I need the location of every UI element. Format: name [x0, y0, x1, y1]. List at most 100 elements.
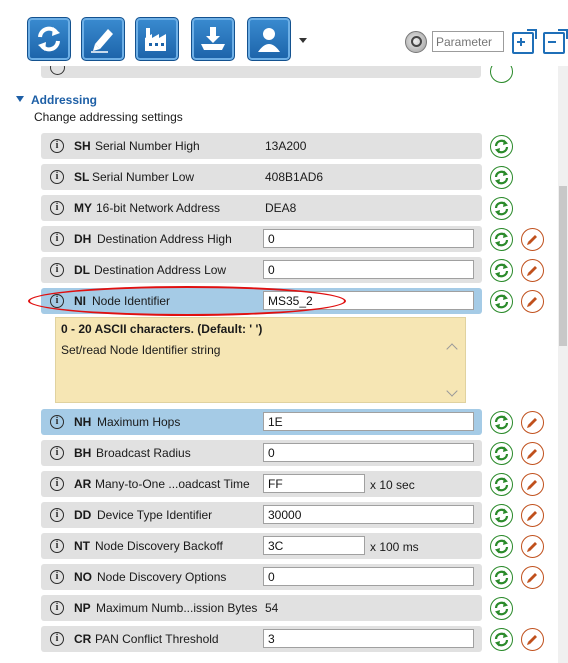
read-value-button[interactable]: [490, 566, 513, 589]
user-icon: [258, 28, 280, 52]
read-button[interactable]: [27, 17, 71, 61]
update-button[interactable]: [191, 17, 235, 61]
info-icon[interactable]: i: [50, 139, 64, 153]
refresh-icon: [494, 170, 509, 185]
write-value-button[interactable]: [521, 290, 544, 313]
refresh-icon: [494, 508, 509, 523]
write-value-button[interactable]: [521, 628, 544, 651]
write-value-button[interactable]: [521, 228, 544, 251]
param-name: Device Type Identifier: [97, 508, 213, 522]
refresh-icon: [494, 232, 509, 247]
param-code: AR: [74, 477, 92, 491]
annotation-ellipse: [28, 286, 346, 316]
info-icon[interactable]: i: [50, 632, 64, 646]
info-icon[interactable]: i: [50, 446, 64, 460]
param-code: NH: [74, 415, 92, 429]
pencil-icon: [527, 418, 537, 428]
read-value-button[interactable]: [490, 135, 513, 158]
write-value-button[interactable]: [521, 442, 544, 465]
refresh-arrows-icon: [38, 26, 60, 52]
collapse-all-button[interactable]: [543, 29, 568, 54]
param-row-bh[interactable]: i BH Broadcast Radius: [41, 440, 482, 466]
info-icon[interactable]: i: [50, 415, 64, 429]
info-icon[interactable]: i: [50, 508, 64, 522]
param-value-input[interactable]: [263, 505, 474, 524]
param-row-dd[interactable]: i DD Device Type Identifier: [41, 502, 482, 528]
param-row-no[interactable]: i NO Node Discovery Options: [41, 564, 482, 590]
expand-all-button[interactable]: [512, 29, 537, 54]
read-value-button[interactable]: [490, 411, 513, 434]
parameter-search-input[interactable]: [432, 31, 504, 52]
write-value-button[interactable]: [521, 535, 544, 558]
param-row-nt[interactable]: i NT Node Discovery Backoff x 100 ms: [41, 533, 482, 559]
read-value-button[interactable]: [490, 197, 513, 220]
info-icon[interactable]: i: [50, 232, 64, 246]
param-value-input[interactable]: [263, 412, 474, 431]
param-value-input[interactable]: [263, 536, 365, 555]
read-value-button[interactable]: [490, 473, 513, 496]
refresh-icon: [494, 201, 509, 216]
info-icon[interactable]: i: [50, 570, 64, 584]
search-icon[interactable]: [405, 31, 427, 53]
param-row-dh[interactable]: i DH Destination Address High: [41, 226, 482, 252]
read-value-button[interactable]: [490, 259, 513, 282]
write-value-button[interactable]: [521, 411, 544, 434]
param-value-input[interactable]: [263, 567, 474, 586]
refresh-icon: [494, 570, 509, 585]
vertical-scrollbar[interactable]: [558, 66, 568, 663]
read-value-button[interactable]: [490, 442, 513, 465]
param-row-ar[interactable]: i ARMany-to-One ...oadcast Time x 10 sec: [41, 471, 482, 497]
param-row-np[interactable]: i NP Maximum Numb...ission Bytes 54: [41, 595, 482, 621]
param-row-dl[interactable]: i DL Destination Address Low: [41, 257, 482, 283]
refresh-icon: [494, 632, 509, 647]
help-description: Set/read Node Identifier string: [61, 343, 221, 357]
param-code: SL: [74, 170, 90, 184]
param-row-my[interactable]: i MY 16-bit Network Address DEA8: [41, 195, 482, 221]
pencil-icon: [527, 635, 537, 645]
read-value-button[interactable]: [490, 166, 513, 189]
read-value-button[interactable]: [490, 628, 513, 651]
param-row-nh[interactable]: i NH Maximum Hops: [41, 409, 482, 435]
param-value-input[interactable]: [263, 474, 365, 493]
param-row-sl[interactable]: i SL Serial Number Low 408B1AD6: [41, 164, 482, 190]
refresh-icon: [494, 539, 509, 554]
info-icon[interactable]: i: [50, 201, 64, 215]
write-value-button[interactable]: [521, 504, 544, 527]
param-unit: x 100 ms: [370, 540, 419, 554]
pencil-icon: [527, 449, 537, 459]
read-value-button[interactable]: [490, 228, 513, 251]
param-value-input[interactable]: [263, 629, 474, 648]
chevron-down-icon[interactable]: [299, 38, 307, 43]
param-code: MY: [74, 201, 92, 215]
info-icon[interactable]: i: [50, 170, 64, 184]
pencil-icon: [527, 266, 537, 276]
write-value-button[interactable]: [521, 259, 544, 282]
param-name: Broadcast Radius: [96, 446, 191, 460]
write-value-button[interactable]: [521, 566, 544, 589]
param-name: Maximum Hops: [97, 415, 181, 429]
param-value-input[interactable]: [263, 443, 474, 462]
profile-button[interactable]: [247, 17, 291, 61]
refresh-icon: [494, 139, 509, 154]
write-button[interactable]: [81, 17, 125, 61]
param-row-sh[interactable]: i SH Serial Number High 13A200: [41, 133, 482, 159]
info-icon[interactable]: i: [50, 539, 64, 553]
param-code: NP: [74, 601, 91, 615]
read-value-button[interactable]: [490, 535, 513, 558]
read-value-button[interactable]: [490, 597, 513, 620]
info-icon[interactable]: i: [50, 601, 64, 615]
info-icon[interactable]: i: [50, 477, 64, 491]
pencil-icon: [91, 29, 113, 53]
param-row-cr[interactable]: i CR PAN Conflict Threshold: [41, 626, 482, 652]
param-value-input[interactable]: [263, 260, 474, 279]
write-value-button[interactable]: [521, 473, 544, 496]
read-value-button[interactable]: [490, 504, 513, 527]
section-header[interactable]: Addressing: [16, 93, 97, 107]
read-value-button[interactable]: [490, 66, 513, 83]
scrollbar-thumb[interactable]: [559, 186, 567, 346]
read-value-button[interactable]: [490, 290, 513, 313]
info-icon[interactable]: i: [50, 263, 64, 277]
default-button[interactable]: [135, 17, 179, 61]
param-value-input[interactable]: [263, 229, 474, 248]
help-scrollbar[interactable]: [445, 340, 459, 400]
